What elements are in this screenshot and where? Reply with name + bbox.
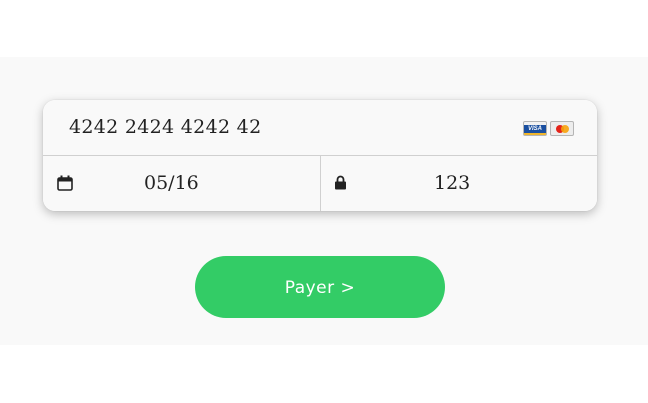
mastercard-orange-circle xyxy=(561,125,569,133)
expiry-value: 05/16 xyxy=(144,172,199,194)
expiry-field[interactable]: 05/16 xyxy=(43,156,320,211)
card-number-field[interactable]: 4242 2424 4242 42 VISA xyxy=(43,100,597,156)
pay-button[interactable]: Payer > xyxy=(195,256,445,318)
visa-icon: VISA xyxy=(523,121,547,136)
cvc-value: 123 xyxy=(434,172,471,194)
card-details-row: 05/16 123 xyxy=(43,156,597,211)
lock-icon xyxy=(335,175,346,190)
card-payment-form: 4242 2424 4242 42 VISA 05/16 123 xyxy=(43,100,597,211)
mastercard-icon xyxy=(550,121,574,136)
card-number-value: 4242 2424 4242 42 xyxy=(69,116,262,138)
calendar-icon xyxy=(57,175,73,191)
